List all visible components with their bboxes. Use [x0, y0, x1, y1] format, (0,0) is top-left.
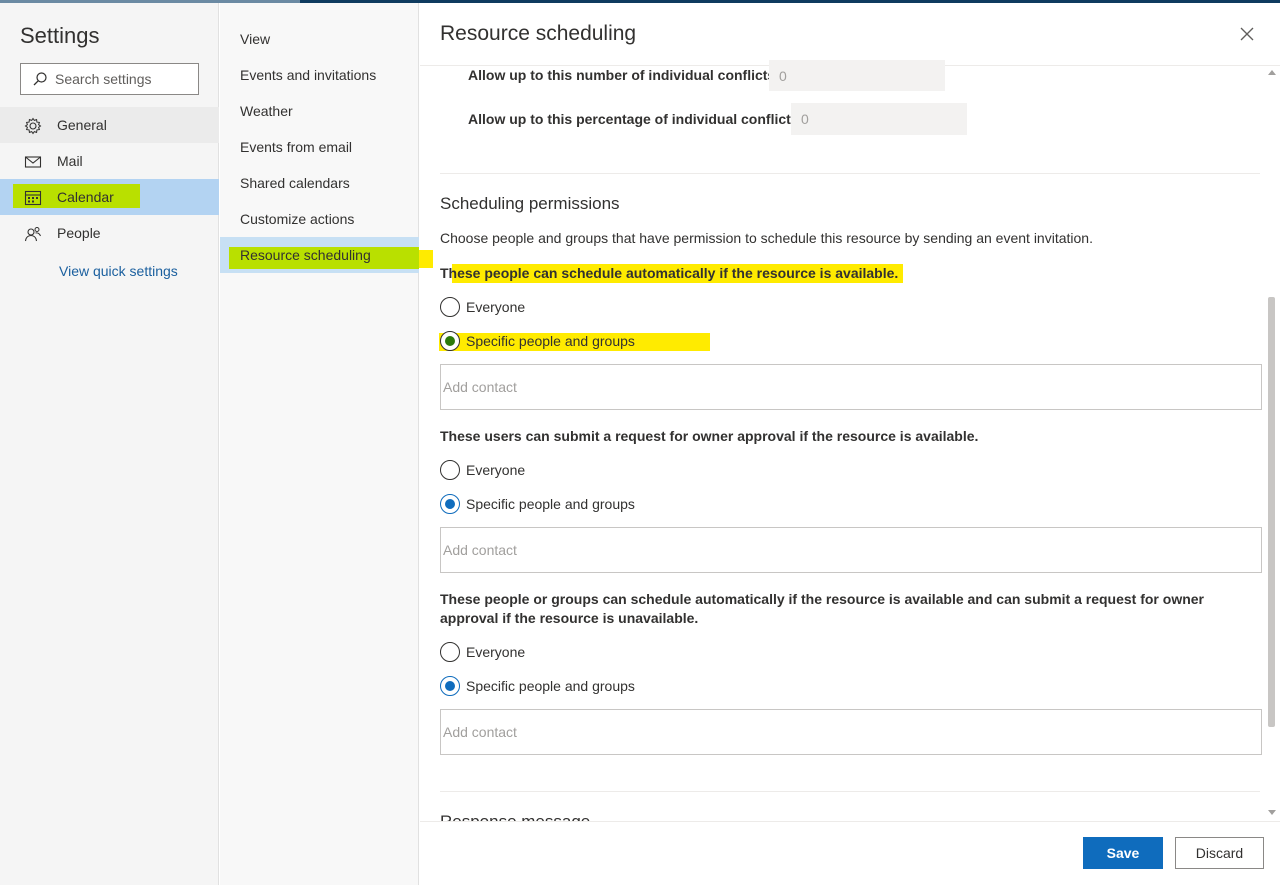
nav-item-calendar[interactable]: Calendar	[0, 179, 219, 215]
group3-label: These people or groups can schedule auto…	[440, 591, 1204, 626]
conflict-number-label: Allow up to this number of individual co…	[468, 67, 776, 83]
radio-button[interactable]	[440, 460, 460, 480]
conflict-percent-input[interactable]	[791, 103, 967, 135]
close-icon[interactable]	[1238, 25, 1256, 43]
subnav-label: Shared calendars	[240, 175, 350, 191]
group2-add-contact-input[interactable]	[443, 539, 1243, 561]
section-divider	[440, 791, 1260, 792]
subnav-item-resource-scheduling[interactable]: Resource scheduling	[220, 237, 419, 273]
subnav-item-customize-actions[interactable]: Customize actions	[220, 201, 419, 237]
group2-contact-box[interactable]	[440, 527, 1262, 573]
radio-label: Everyone	[466, 299, 526, 315]
save-button[interactable]: Save	[1083, 837, 1163, 869]
scroll-up-arrow[interactable]	[1268, 70, 1276, 75]
radio-button-selected[interactable]	[440, 494, 460, 514]
conflict-percent-label: Allow up to this percentage of individua…	[468, 111, 799, 127]
subnav-label: View	[240, 31, 271, 47]
group3-contact-box[interactable]	[440, 709, 1262, 755]
nav-label-general: General	[57, 117, 107, 133]
scroll-down-arrow[interactable]	[1268, 810, 1276, 815]
search-settings-box[interactable]	[20, 63, 199, 95]
radio-label: Everyone	[466, 644, 526, 660]
group3-add-contact-input[interactable]	[443, 721, 1243, 743]
scrollbar-thumb[interactable]	[1268, 297, 1275, 727]
subnav-label: Weather	[240, 103, 293, 119]
settings-nav-pane: Settings General Mail C	[0, 3, 219, 885]
scheduling-permissions-description: Choose people and groups that have permi…	[440, 230, 1093, 246]
nav-label-calendar: Calendar	[57, 189, 114, 205]
radio-label: Specific people and groups	[466, 678, 635, 694]
radio-label: Specific people and groups	[466, 496, 635, 512]
nav-label-mail: Mail	[57, 153, 83, 169]
gear-icon	[24, 117, 42, 135]
subnav-label: Events from email	[240, 139, 353, 155]
radio-label: Specific people and groups	[466, 333, 635, 349]
page-title: Resource scheduling	[440, 22, 637, 45]
nav-item-mail[interactable]: Mail	[0, 143, 219, 179]
settings-title: Settings	[20, 23, 100, 48]
nav-item-general[interactable]: General	[0, 107, 219, 143]
nav-label-people: People	[57, 225, 101, 241]
mail-icon	[24, 156, 42, 168]
search-icon	[33, 72, 47, 86]
calendar-subnav-pane: View Events and invitations Weather Even…	[220, 3, 419, 885]
calendar-icon	[24, 190, 42, 206]
search-settings-input[interactable]	[55, 69, 195, 89]
radio-label: Everyone	[466, 462, 526, 478]
subnav-item-events-invitations[interactable]: Events and invitations	[220, 57, 419, 93]
view-quick-settings-link[interactable]: View quick settings	[59, 263, 178, 279]
nav-item-people[interactable]: People	[0, 215, 219, 251]
radio-button[interactable]	[440, 642, 460, 662]
discard-button[interactable]: Discard	[1175, 837, 1264, 869]
group1-contact-box[interactable]	[440, 364, 1262, 410]
resource-scheduling-highlight-extension	[419, 250, 433, 268]
subnav-label: Customize actions	[240, 211, 355, 227]
scheduling-permissions-title: Scheduling permissions	[440, 194, 620, 213]
group1-label: These people can schedule automatically …	[440, 265, 899, 281]
conflict-number-input[interactable]	[769, 60, 945, 91]
subnav-item-view[interactable]: View	[220, 21, 419, 57]
group2-label: These users can submit a request for own…	[440, 428, 979, 444]
radio-button[interactable]	[440, 297, 460, 317]
radio-button-selected[interactable]	[440, 676, 460, 696]
subnav-item-events-from-email[interactable]: Events from email	[220, 129, 419, 165]
subnav-item-weather[interactable]: Weather	[220, 93, 419, 129]
people-icon	[24, 227, 41, 242]
radio-button-selected[interactable]	[440, 331, 460, 351]
footer-divider	[420, 821, 1280, 822]
group1-add-contact-input[interactable]	[443, 376, 1243, 398]
subnav-item-shared-calendars[interactable]: Shared calendars	[220, 165, 419, 201]
section-divider	[440, 173, 1260, 174]
subnav-label: Resource scheduling	[240, 247, 371, 263]
subnav-label: Events and invitations	[240, 67, 377, 83]
